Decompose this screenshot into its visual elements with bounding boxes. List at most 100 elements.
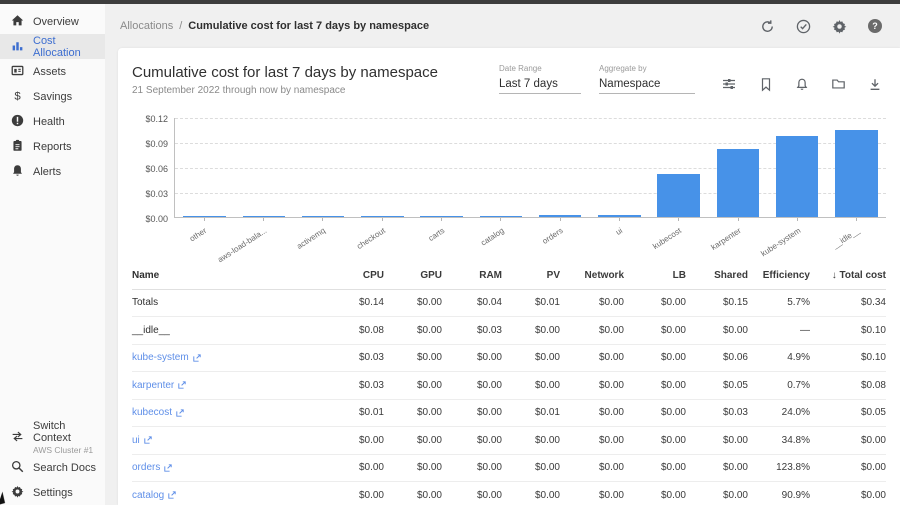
namespace-link[interactable]: karpenter [132,380,186,391]
sort-descending-icon: ↓ [832,270,837,281]
check-circle-icon[interactable] [796,19,811,34]
row-name[interactable]: kubecost [132,407,334,418]
assets-icon [11,64,24,80]
row-value: $0.10 [810,325,886,336]
x-label-slot: checkout [352,218,411,256]
chart-bar-carts[interactable] [420,216,463,217]
row-name[interactable]: ui [132,435,334,446]
col-pv[interactable]: PV [502,270,560,281]
row-value: $0.00 [334,462,384,473]
row-value: $0.00 [624,380,686,391]
row-name[interactable]: catalog [132,490,334,501]
date-range-label: Date Range [499,64,581,73]
col-name[interactable]: Name [132,270,334,281]
sidebar-item-switch-context[interactable]: Switch Context AWS Cluster #1 [0,421,105,455]
sidebar-item-search-docs[interactable]: Search Docs [0,455,105,480]
chart-bar-karpenter[interactable] [717,149,760,217]
external-link-icon [144,436,152,444]
col-lb[interactable]: LB [624,270,686,281]
sidebar-item-reports[interactable]: Reports [0,134,105,159]
chart-bar-other[interactable] [183,216,226,217]
chart-bar-kube-system[interactable] [776,136,819,217]
page-title: Cumulative cost for last 7 days by names… [132,64,438,81]
download-icon[interactable] [868,77,882,92]
row-value: $0.00 [502,490,560,501]
y-tick-label: $0.03 [145,189,168,199]
row-name[interactable]: karpenter [132,380,334,391]
row-value: $0.00 [560,297,624,308]
chart-bar-checkout[interactable] [361,216,404,217]
chart-bar-kubecost[interactable] [657,174,700,217]
sidebar-item-overview[interactable]: Overview [0,9,105,34]
sidebar-item-cost-allocation[interactable]: Cost Allocation [0,34,105,59]
aggregate-by-input[interactable] [599,76,695,94]
row-value: $0.00 [442,462,502,473]
chart-bar-slot [590,118,649,217]
external-link-icon [168,491,176,499]
col-total-cost[interactable]: ↓ Total cost [810,270,886,281]
table-header-row: Name CPU GPU RAM PV Network LB Shared Ef… [132,262,886,290]
breadcrumb-section[interactable]: Allocations [120,20,173,32]
external-link-icon [176,409,184,417]
col-ram[interactable]: RAM [442,270,502,281]
row-name[interactable]: orders [132,462,334,473]
row-value: $0.00 [560,380,624,391]
table-row-kube-system: kube-system$0.03$0.00$0.00$0.00$0.00$0.0… [132,345,886,373]
chart-bar-slot [827,118,886,217]
table-row-orders: orders$0.00$0.00$0.00$0.00$0.00$0.00$0.0… [132,455,886,483]
col-cpu[interactable]: CPU [334,270,384,281]
row-value: $0.01 [334,407,384,418]
alerts-bell-icon[interactable] [795,77,809,92]
sidebar-item-settings[interactable]: Settings [0,480,105,505]
col-shared[interactable]: Shared [686,270,748,281]
x-tick-label: orders [541,226,565,246]
col-network[interactable]: Network [560,270,624,281]
refresh-icon[interactable] [760,19,775,34]
col-efficiency[interactable]: Efficiency [748,270,810,281]
col-gpu[interactable]: GPU [384,270,442,281]
chart-bar-activemq[interactable] [302,216,345,217]
row-value: $0.14 [334,297,384,308]
help-icon[interactable]: ? [868,19,882,33]
x-tick-label: carts [426,226,445,243]
row-value: $0.10 [810,352,886,363]
namespace-link[interactable]: kubecost [132,407,184,418]
chart-bar-ui[interactable] [598,215,641,217]
sidebar-item-alerts[interactable]: Alerts [0,159,105,184]
namespace-link[interactable]: kube-system [132,352,201,363]
x-tick-label: activemq [295,226,327,251]
chart-bar-orders[interactable] [539,215,582,217]
chart-bar-__idle__[interactable] [835,130,878,217]
namespace-link[interactable]: orders [132,462,172,473]
sidebar-item-health[interactable]: Health [0,109,105,134]
row-value: $0.00 [502,352,560,363]
sidebar-item-assets[interactable]: Assets [0,59,105,84]
x-tick-label: karpenter [709,226,742,252]
x-label-slot: carts [411,218,470,256]
filters-tune-icon[interactable] [721,76,737,92]
sidebar-item-savings[interactable]: $ Savings [0,84,105,109]
row-value: 5.7% [748,297,810,308]
namespace-link[interactable]: catalog [132,490,176,501]
table-row-ui: ui$0.00$0.00$0.00$0.00$0.00$0.00$0.0034.… [132,427,886,455]
row-value: $0.00 [560,462,624,473]
row-value: 34.8% [748,435,810,446]
bookmark-icon[interactable] [759,77,773,92]
row-name[interactable]: kube-system [132,352,334,363]
chart-bar-slot [234,118,293,217]
table-row-kubecost: kubecost$0.01$0.00$0.00$0.01$0.00$0.00$0… [132,400,886,428]
folder-icon[interactable] [831,77,846,91]
reports-icon [11,139,24,155]
row-value: 0.7% [748,380,810,391]
date-range-input[interactable] [499,76,581,94]
settings-gear-icon[interactable] [832,19,847,34]
chart-bar-aws-load-bala...[interactable] [243,216,286,217]
table-row-catalog: catalog$0.00$0.00$0.00$0.00$0.00$0.00$0.… [132,482,886,505]
row-value: $0.03 [442,325,502,336]
chart-bar-slot [531,118,590,217]
namespace-link[interactable]: ui [132,435,152,446]
row-value: $0.08 [810,380,886,391]
chart-bar-catalog[interactable] [480,216,523,217]
x-label-slot: kubecost [649,218,708,256]
allocations-card: Cumulative cost for last 7 days by names… [118,48,900,505]
